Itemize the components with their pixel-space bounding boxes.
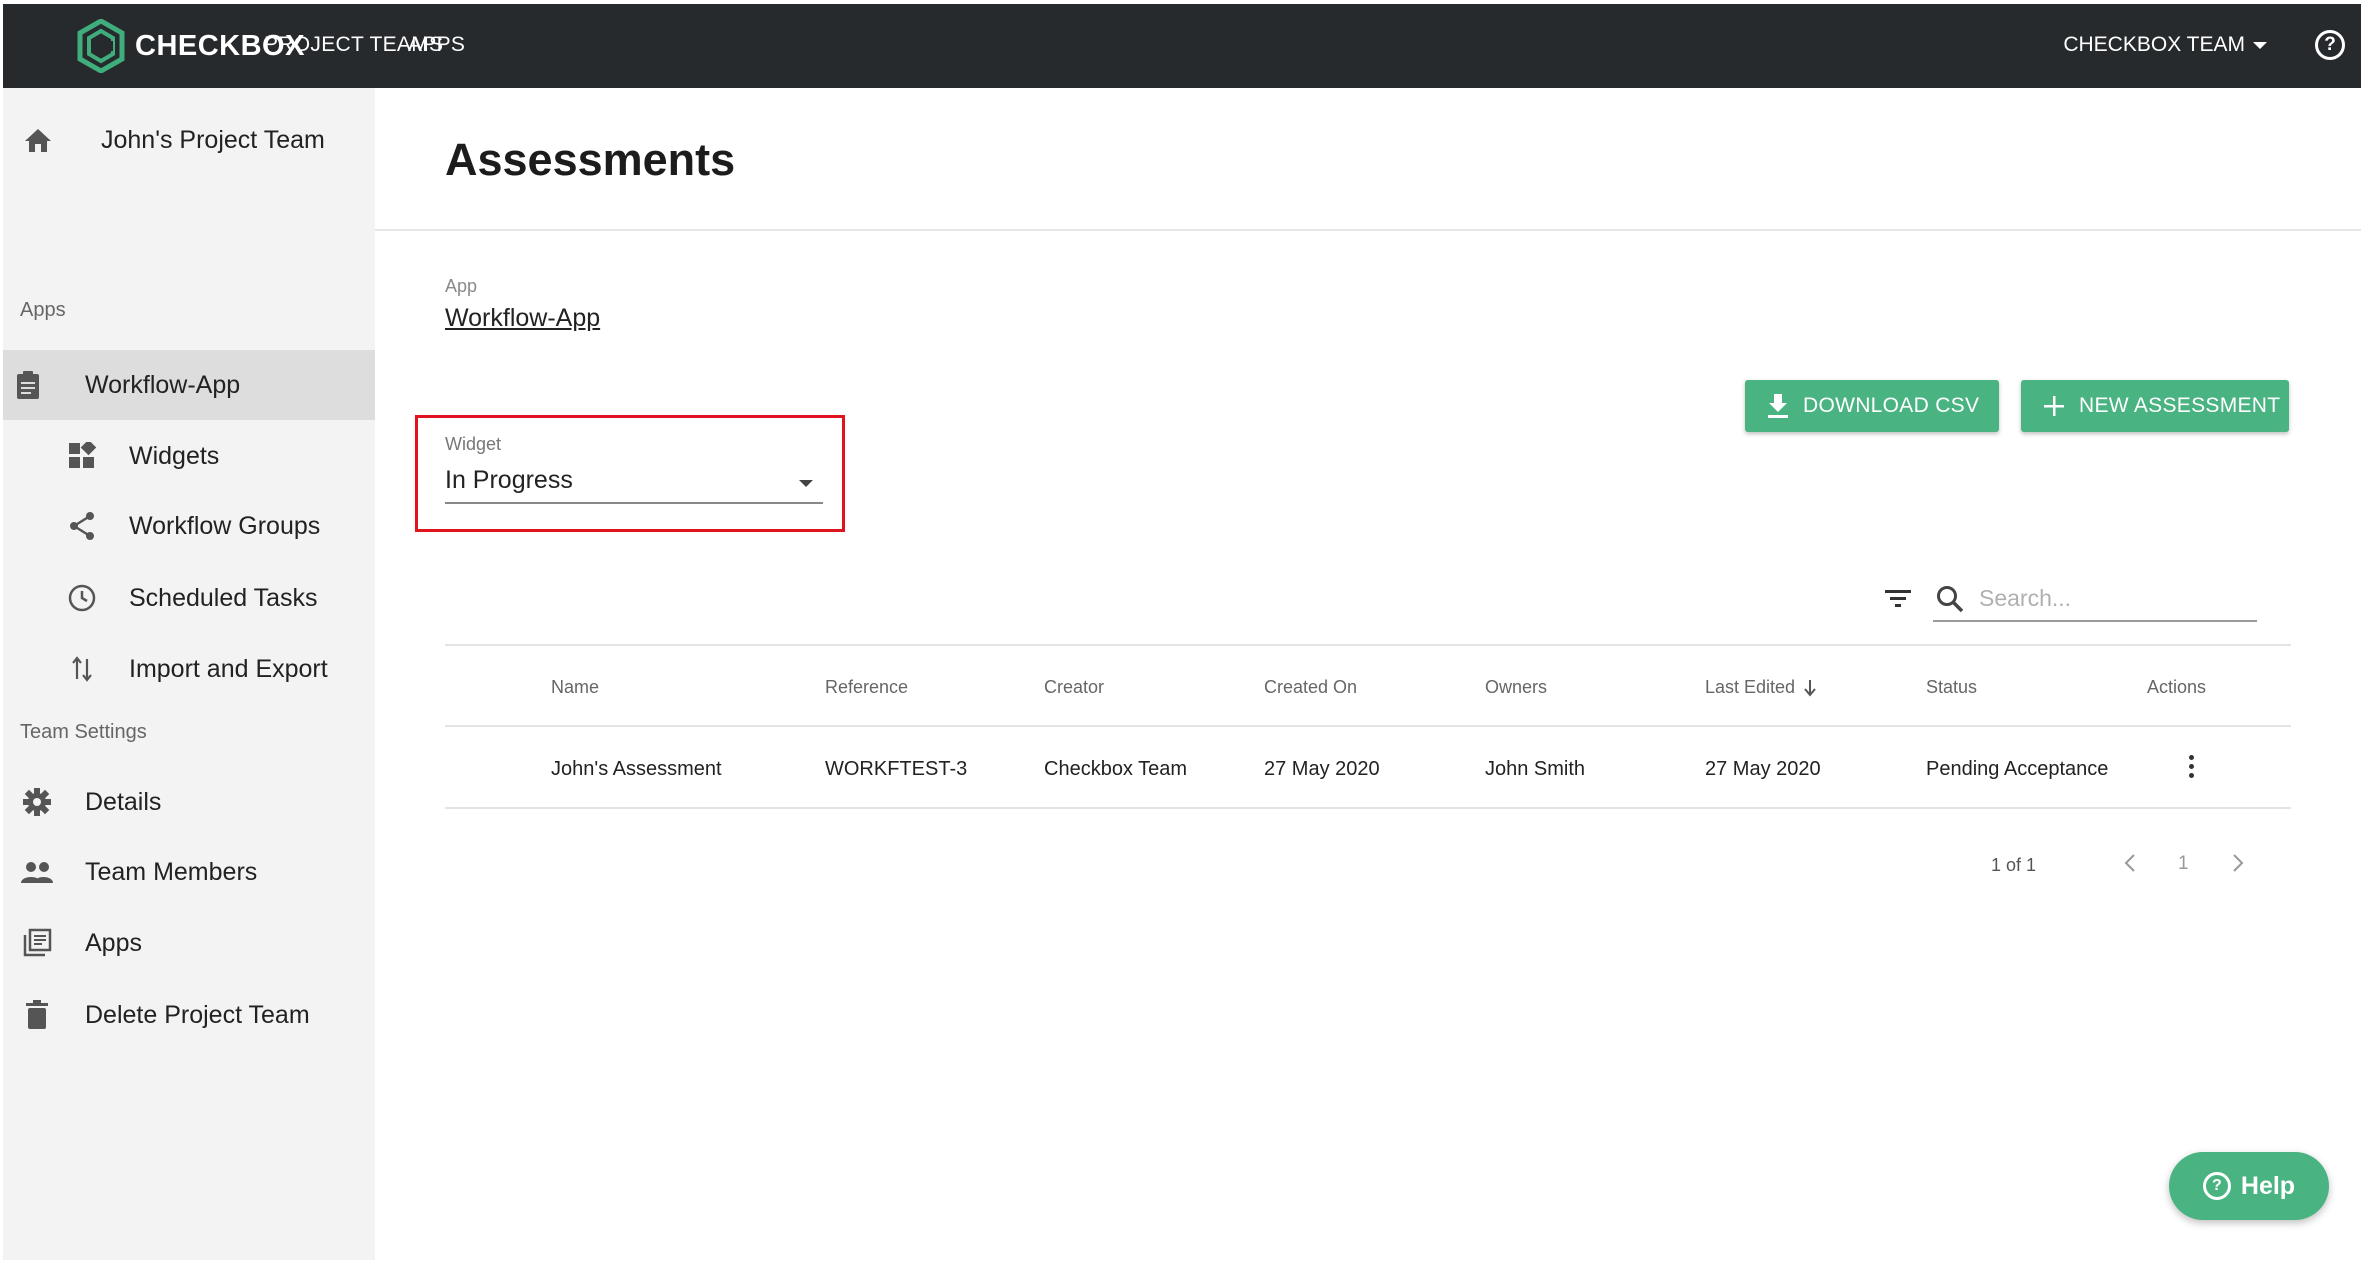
dropdown-arrow-icon xyxy=(799,480,813,487)
filter-icon[interactable] xyxy=(1883,584,1913,612)
people-icon xyxy=(20,855,54,889)
sidebar-team-name: John's Project Team xyxy=(101,125,325,154)
widget-field-caption: Widget xyxy=(445,434,502,454)
chevron-left-icon[interactable] xyxy=(2123,852,2137,879)
cell-reference: WORKFTEST-3 xyxy=(825,758,968,780)
widget-select[interactable]: In Progress xyxy=(445,462,823,504)
download-csv-button[interactable]: DOWNLOAD CSV xyxy=(1745,380,1999,432)
team-menu-label: CHECKBOX TEAM xyxy=(2063,33,2245,56)
sidebar-item-workflow-groups[interactable]: Workflow Groups xyxy=(3,496,375,556)
cell-status: Pending Acceptance xyxy=(1926,758,2109,780)
sidebar-item-label: Scheduled Tasks xyxy=(129,583,318,612)
download-csv-label: DOWNLOAD CSV xyxy=(1803,394,1980,417)
download-icon xyxy=(1768,394,1788,418)
sidebar-section-team-settings: Team Settings xyxy=(20,721,147,743)
question-circle-icon: ? xyxy=(2202,1172,2231,1200)
widgets-icon xyxy=(65,439,99,473)
cell-owners: John Smith xyxy=(1485,758,1586,780)
caret-down-icon xyxy=(2253,41,2267,49)
more-vert-icon[interactable] xyxy=(2183,752,2199,784)
cell-created-on: 27 May 2020 xyxy=(1264,758,1380,780)
import-export-icon xyxy=(65,652,99,686)
nav-apps[interactable]: APPS xyxy=(408,33,465,57)
home-icon xyxy=(21,123,55,157)
title-divider xyxy=(375,229,2361,231)
sidebar-item-project-team[interactable]: John's Project Team xyxy=(3,100,375,180)
table-header-divider xyxy=(445,725,2291,727)
app-field-caption: App xyxy=(445,276,478,296)
help-button[interactable]: ? Help xyxy=(2169,1152,2329,1220)
pagination-current-page[interactable]: 1 xyxy=(2178,853,2189,875)
widget-select-value: In Progress xyxy=(445,466,573,494)
top-navigation-bar: CHECKBOX PROJECT TEAMS APPS CHECKBOX TEA… xyxy=(3,4,2361,88)
sidebar-item-widgets[interactable]: Widgets xyxy=(3,426,375,486)
sidebar-item-label: Delete Project Team xyxy=(85,1000,310,1029)
app-window: CHECKBOX PROJECT TEAMS APPS CHECKBOX TEA… xyxy=(3,4,2361,1260)
app-link[interactable]: Workflow-App xyxy=(445,304,600,333)
sidebar-item-workflow-app[interactable]: Workflow-App xyxy=(3,350,375,420)
sidebar-item-import-export[interactable]: Import and Export xyxy=(3,639,375,699)
clipboard-icon xyxy=(11,368,45,402)
column-header-created-on[interactable]: Created On xyxy=(1264,677,1357,698)
sidebar-item-label: Workflow-App xyxy=(85,370,241,399)
column-header-creator[interactable]: Creator xyxy=(1044,677,1104,698)
search-icon xyxy=(1935,584,1965,619)
team-menu-dropdown[interactable]: CHECKBOX TEAM xyxy=(2063,33,2267,57)
sidebar-item-label: Details xyxy=(85,787,162,816)
cell-name[interactable]: John's Assessment xyxy=(551,758,722,781)
column-header-actions: Actions xyxy=(2147,677,2207,697)
sidebar-item-label: Apps xyxy=(85,928,142,957)
chevron-right-icon[interactable] xyxy=(2231,852,2245,879)
column-header-reference[interactable]: Reference xyxy=(825,677,908,698)
sidebar-item-delete-project-team[interactable]: Delete Project Team xyxy=(3,985,375,1045)
new-assessment-button[interactable]: NEW ASSESSMENT xyxy=(2021,380,2289,432)
plus-icon xyxy=(2044,396,2064,416)
sidebar-item-label: Import and Export xyxy=(129,654,328,683)
sidebar-item-scheduled-tasks[interactable]: Scheduled Tasks xyxy=(3,568,375,628)
sidebar-item-details[interactable]: Details xyxy=(3,772,375,832)
library-icon xyxy=(20,926,54,960)
new-assessment-label: NEW ASSESSMENT xyxy=(2079,394,2281,417)
cell-last-edited: 27 May 2020 xyxy=(1705,758,1821,780)
checkbox-logo-icon xyxy=(77,19,125,73)
column-header-last-edited: Last Edited xyxy=(1705,677,1796,697)
search-input[interactable] xyxy=(1979,582,2249,614)
column-header-status[interactable]: Status xyxy=(1926,677,1977,698)
column-header-last-edited-wrap[interactable]: Last Edited xyxy=(1705,677,1817,698)
question-circle-icon[interactable]: ? xyxy=(2315,30,2345,60)
gear-icon xyxy=(20,785,54,819)
page-title: Assessments xyxy=(445,134,736,185)
table-top-border xyxy=(445,644,2291,646)
trash-icon xyxy=(20,998,54,1032)
column-header-name[interactable]: Name xyxy=(551,677,599,698)
clock-icon xyxy=(65,581,99,615)
sidebar-item-team-members[interactable]: Team Members xyxy=(3,842,375,902)
column-header-owners[interactable]: Owners xyxy=(1485,677,1547,698)
sidebar-item-label: Workflow Groups xyxy=(129,511,321,540)
cell-creator: Checkbox Team xyxy=(1044,758,1188,780)
pagination-summary: 1 of 1 xyxy=(1991,855,2037,875)
sidebar-item-label: Team Members xyxy=(85,857,258,886)
sidebar-section-apps: Apps xyxy=(20,299,66,321)
search-field xyxy=(1933,576,2257,622)
sidebar-item-apps[interactable]: Apps xyxy=(3,913,375,973)
sort-down-arrow-icon xyxy=(1804,680,1816,697)
help-button-label: Help xyxy=(2240,1171,2296,1200)
sidebar: John's Project Team Apps Workflow-App Wi… xyxy=(3,88,375,1260)
table-bottom-border xyxy=(445,807,2291,809)
share-icon xyxy=(65,509,99,543)
sidebar-item-label: Widgets xyxy=(129,441,220,470)
